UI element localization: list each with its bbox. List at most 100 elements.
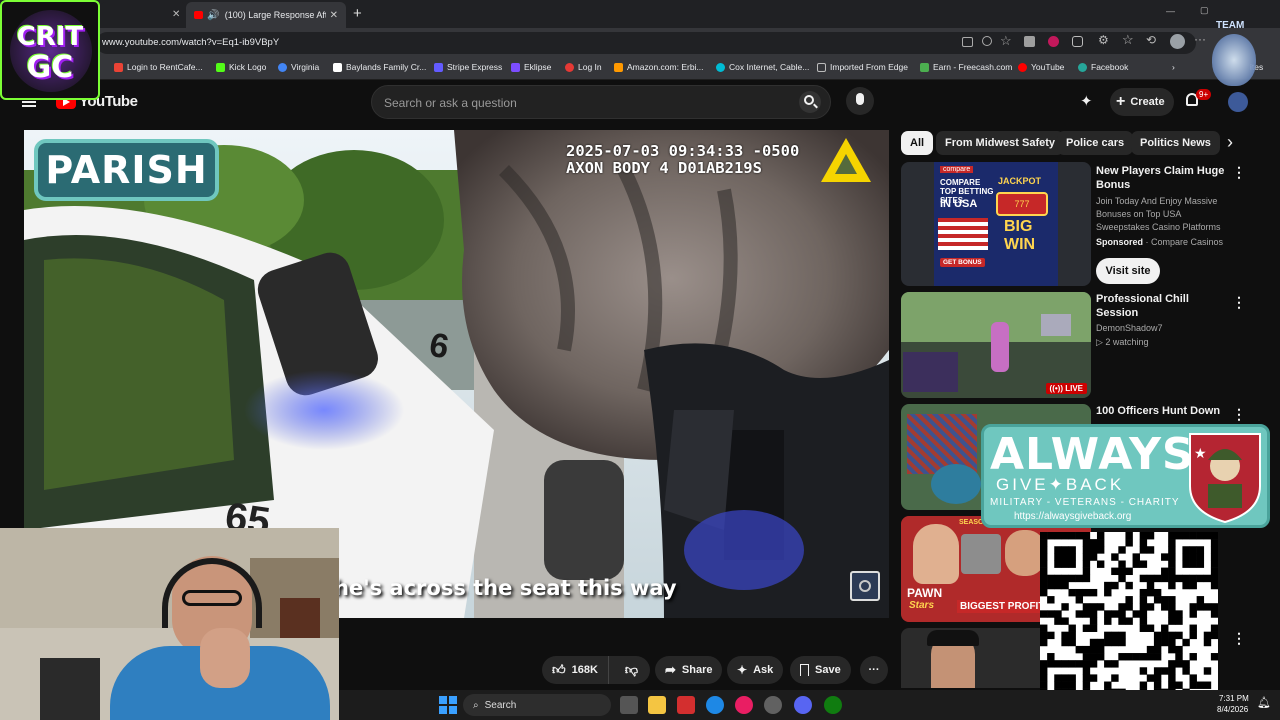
- recommendation-thumbnail[interactable]: ((•)) LIVE: [901, 292, 1091, 398]
- channel-watermark-icon[interactable]: [850, 571, 880, 601]
- bookmark-item[interactable]: Amazon.com: Erbi...: [614, 62, 704, 72]
- ad-thumbnail[interactable]: compare COMPARE TOP BETTING SITES IN USA…: [901, 162, 1091, 286]
- visit-site-button[interactable]: Visit site: [1096, 258, 1160, 284]
- chips-next-button[interactable]: ›: [1218, 131, 1242, 155]
- extensions-puzzle-icon[interactable]: ⚙: [1098, 33, 1109, 47]
- chip-all[interactable]: All: [901, 131, 934, 155]
- qr-module: [1196, 681, 1205, 689]
- maximize-button[interactable]: ▢: [1200, 5, 1209, 16]
- bookmark-item[interactable]: Cox Internet, Cable...: [716, 62, 809, 72]
- extension-icon[interactable]: [1048, 36, 1059, 47]
- qr-module: [1040, 581, 1048, 590]
- history-icon[interactable]: ⟲: [1146, 33, 1156, 47]
- search-input[interactable]: Search or ask a question: [384, 96, 517, 110]
- star-icon[interactable]: ☆: [1000, 33, 1012, 49]
- like-button[interactable]: 👍︎ 168K: [542, 656, 609, 684]
- app-icon[interactable]: [764, 696, 782, 714]
- qr-module: [1061, 638, 1069, 647]
- browser-tab-inactive[interactable]: ✕: [100, 2, 186, 28]
- youtube-header: YouTube Search or ask a question ✦ + Cre…: [0, 80, 1280, 124]
- bookmark-item[interactable]: Facebook: [1078, 62, 1128, 72]
- zoom-icon[interactable]: [982, 36, 992, 46]
- axon-logo-icon: [821, 138, 871, 182]
- gem-icon[interactable]: ✦: [1080, 92, 1093, 110]
- bookmark-item[interactable]: Eklipse: [511, 62, 551, 72]
- xbox-icon[interactable]: [824, 696, 842, 714]
- dislike-button[interactable]: 👎︎: [615, 656, 648, 684]
- profile-avatar-icon[interactable]: [1170, 34, 1185, 49]
- ad-title[interactable]: New Players Claim Huge Bonus: [1096, 164, 1226, 192]
- extension-icon[interactable]: [1024, 36, 1035, 47]
- qr-module: [1196, 560, 1205, 568]
- qr-module: [1040, 560, 1048, 568]
- edge-browser-icon[interactable]: [706, 696, 724, 714]
- qr-module: [1089, 553, 1098, 561]
- qr-module: [1175, 610, 1183, 618]
- bookmark-item[interactable]: Kick Logo: [216, 62, 266, 72]
- more-options-icon[interactable]: ⋮: [1232, 294, 1246, 311]
- qr-module: [1075, 532, 1084, 540]
- qr-module: [1040, 567, 1048, 576]
- close-icon[interactable]: ✕: [172, 9, 180, 20]
- bookmark-folder[interactable]: Imported From Edge: [817, 62, 908, 72]
- install-app-icon[interactable]: [962, 37, 973, 47]
- extension-icon[interactable]: [1072, 36, 1083, 47]
- qr-module: [1040, 532, 1048, 540]
- more-options-icon[interactable]: ⋮: [1232, 164, 1246, 181]
- save-button[interactable]: Save: [790, 656, 851, 684]
- qr-module: [1168, 617, 1176, 625]
- ask-button[interactable]: ✦ Ask: [727, 656, 784, 684]
- notification-bell-icon[interactable]: 🔔︎: [1257, 696, 1271, 709]
- chip-from-midwest-safety[interactable]: From Midwest Safety: [936, 131, 1065, 155]
- windows-start-icon[interactable]: [439, 696, 457, 714]
- create-button[interactable]: + Create: [1110, 88, 1174, 116]
- close-icon[interactable]: ✕: [330, 10, 338, 21]
- app-icon[interactable]: [735, 696, 753, 714]
- more-menu-icon[interactable]: ···: [1194, 32, 1206, 46]
- qr-module: [1104, 581, 1112, 590]
- share-button[interactable]: ➦ Share: [655, 656, 723, 684]
- taskbar-search[interactable]: ⌕ Search: [463, 694, 611, 716]
- avatar[interactable]: [1228, 92, 1248, 112]
- audio-playing-icon[interactable]: 🔊: [207, 10, 219, 21]
- qr-module: [1104, 617, 1112, 625]
- bookmark-item[interactable]: Baylands Family Cr...: [333, 62, 426, 72]
- bookmark-item[interactable]: Stripe Express: [434, 62, 502, 72]
- discord-icon[interactable]: [794, 696, 812, 714]
- chip-police-cars[interactable]: Police cars: [1057, 131, 1134, 155]
- more-options-icon[interactable]: ⋮: [1232, 630, 1246, 647]
- voice-search-button[interactable]: [846, 87, 874, 115]
- file-explorer-icon[interactable]: [648, 696, 666, 714]
- bookmark-item[interactable]: Earn - Freecash.com: [920, 62, 1012, 72]
- notifications-button[interactable]: 9+: [1186, 89, 1212, 111]
- browser-tab-active[interactable]: 🔊 (100) Large Response After Ki ✕: [186, 2, 346, 28]
- bookmark-item[interactable]: YouTube: [1018, 62, 1064, 72]
- search-box[interactable]: Search or ask a question: [371, 85, 831, 119]
- favorites-icon[interactable]: ☆: [1122, 32, 1134, 48]
- browser-tab-bar: ✕ 🔊 (100) Large Response After Ki ✕ + — …: [0, 0, 1280, 28]
- recommendation-channel[interactable]: DemonShadow7: [1096, 322, 1226, 335]
- new-tab-button[interactable]: +: [353, 5, 362, 22]
- qr-module: [1089, 660, 1098, 668]
- more-actions-button[interactable]: ···: [860, 656, 888, 684]
- qr-module: [1061, 546, 1069, 554]
- app-icon[interactable]: [677, 696, 695, 714]
- chip-politics-news[interactable]: Politics News: [1131, 131, 1220, 155]
- create-label: Create: [1130, 96, 1165, 108]
- task-view-icon[interactable]: [620, 696, 638, 714]
- bookmark-item[interactable]: Virginia: [278, 62, 319, 72]
- minimize-button[interactable]: —: [1166, 6, 1175, 16]
- qr-module: [1096, 560, 1105, 568]
- qr-module: [1139, 681, 1148, 689]
- bookmark-item[interactable]: Log In: [565, 62, 602, 72]
- bookmark-item[interactable]: Login to RentCafe...: [114, 62, 203, 72]
- url-text: www.youtube.com/watch?v=Eq1-ib9VBpY: [102, 37, 280, 48]
- recommendation-title[interactable]: Professional Chill Session: [1096, 292, 1226, 320]
- qr-module: [1168, 660, 1176, 668]
- recommendation-title[interactable]: 100 Officers Hunt Down: [1096, 404, 1226, 418]
- bookmarks-overflow[interactable]: ›: [1172, 62, 1175, 72]
- qr-module: [1104, 610, 1112, 618]
- search-icon[interactable]: [799, 91, 821, 113]
- more-options-icon[interactable]: ⋮: [1232, 406, 1246, 423]
- qr-module: [1040, 667, 1048, 675]
